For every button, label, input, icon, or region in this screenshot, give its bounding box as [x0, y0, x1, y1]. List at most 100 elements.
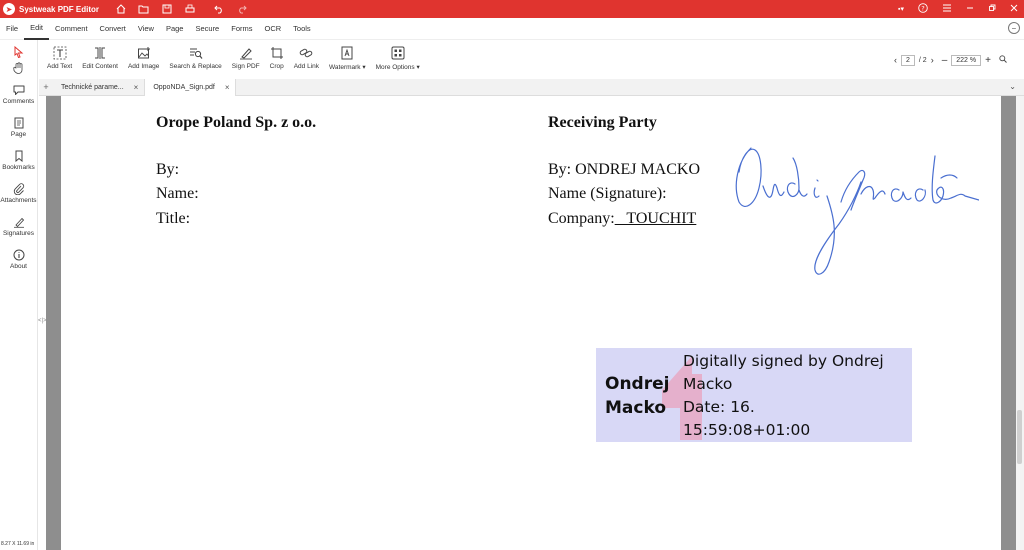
restore-icon[interactable] — [988, 4, 996, 14]
minimize-icon[interactable] — [966, 4, 974, 14]
hand-tool-icon[interactable] — [0, 58, 37, 78]
watermark-label: Watermark ▾ — [329, 64, 366, 71]
zoom-out-icon[interactable]: – — [942, 55, 948, 66]
signature-details: Digitally signed by Ondrej Macko Date: 1… — [683, 350, 884, 442]
quick-access-toolbar — [115, 4, 247, 15]
zoom-input[interactable]: 222 % — [951, 54, 982, 66]
info-icon — [13, 249, 24, 261]
crop-button[interactable]: Crop — [265, 42, 289, 70]
sidebar-item-attachments[interactable]: Attachments — [0, 183, 37, 204]
vertical-scrollbar[interactable] — [1016, 96, 1024, 550]
sidebar-label-bookmarks: Bookmarks — [2, 164, 35, 171]
left-name-label: Name: — [156, 185, 199, 202]
menu-convert[interactable]: Convert — [94, 18, 132, 40]
home-icon[interactable] — [115, 4, 126, 15]
search-icon[interactable] — [999, 55, 1007, 65]
watermark-button[interactable]: Watermark ▾ — [324, 42, 371, 71]
left-company-name: Orope Poland Sp. z o.o. — [156, 114, 317, 131]
menu-bar: File Edit Comment Convert View Page Secu… — [0, 18, 1024, 40]
comment-icon — [13, 85, 24, 95]
menu-page[interactable]: Page — [160, 18, 190, 40]
previous-page-icon[interactable]: ‹ — [894, 55, 897, 65]
help-icon[interactable]: ? — [918, 3, 928, 15]
print-icon[interactable] — [184, 4, 195, 15]
language-flag-icon[interactable]: ▪▾ — [898, 5, 904, 13]
document-tabs: + Technické parame... × OppoNDA_Sign.pdf… — [39, 78, 1024, 96]
more-options-label: More Options ▾ — [375, 64, 420, 71]
redo-icon[interactable] — [236, 4, 247, 15]
pdf-page: Orope Poland Sp. z o.o. By: Name: Title:… — [61, 96, 1001, 550]
sign-pdf-button[interactable]: Sign PDF — [227, 42, 265, 70]
signature-time-line: 15:59:08+01:00 — [683, 421, 811, 439]
add-image-icon — [137, 47, 150, 59]
tab-opponda-sign[interactable]: OppoNDA_Sign.pdf × — [145, 78, 237, 96]
add-link-button[interactable]: Add Link — [289, 42, 324, 70]
edit-content-label: Edit Content — [82, 63, 118, 70]
watermark-icon — [341, 46, 353, 60]
page-navigation: ‹ 2 / 2 › – 222 % + — [894, 52, 1007, 68]
zoom-in-icon[interactable]: + — [985, 55, 991, 66]
handwritten-signature — [735, 147, 979, 275]
edit-content-button[interactable]: Edit Content — [77, 42, 123, 70]
sign-pdf-icon — [239, 48, 252, 60]
menu-file[interactable]: File — [0, 18, 24, 40]
search-replace-button[interactable]: Search & Replace — [164, 42, 226, 70]
sign-pdf-label: Sign PDF — [231, 63, 260, 70]
window-controls: ▪▾ ? — [898, 0, 1018, 18]
attachment-icon — [13, 183, 24, 195]
close-icon[interactable] — [1010, 4, 1018, 14]
title-bar: ➤ Systweak PDF Editor ▪▾ ? — [0, 0, 1024, 18]
menu-edit[interactable]: Edit — [24, 18, 50, 40]
tab-label: OppoNDA_Sign.pdf — [153, 83, 215, 91]
tab-close-icon[interactable]: × — [134, 83, 139, 92]
sidebar-item-about[interactable]: About — [0, 249, 37, 270]
sidebar-label-about: About — [10, 263, 27, 270]
new-tab-icon[interactable]: + — [39, 82, 53, 92]
menu-view[interactable]: View — [132, 18, 160, 40]
sidebar-label-page: Page — [10, 131, 27, 138]
menu-ocr[interactable]: OCR — [258, 18, 287, 40]
company-label: Company: — [548, 210, 615, 227]
menu-secure[interactable]: Secure — [189, 18, 225, 40]
collapse-ribbon-icon[interactable]: – — [1008, 22, 1020, 34]
tab-label: Technické parame... — [61, 83, 124, 91]
tab-technicke[interactable]: Technické parame... × — [53, 78, 146, 96]
signer-last-name: Macko — [605, 398, 666, 418]
sidebar-item-page[interactable]: Page — [0, 117, 37, 138]
sidebar-label-attachments: Attachments — [0, 197, 37, 204]
sidebar-item-bookmarks[interactable]: Bookmarks — [0, 150, 37, 171]
save-icon[interactable] — [161, 4, 172, 15]
menu-forms[interactable]: Forms — [225, 18, 258, 40]
left-by-label: By: — [156, 161, 180, 178]
sidebar-label-signatures: Signatures — [2, 230, 35, 237]
signer-first-name: Ondrej — [605, 374, 670, 394]
tabs-dropdown-icon[interactable]: ⌄ — [1009, 82, 1016, 91]
app-logo-icon: ➤ — [3, 3, 15, 15]
current-page-input[interactable]: 2 — [901, 54, 915, 66]
search-replace-icon — [189, 48, 203, 59]
sidebar-item-comments[interactable]: Comments — [0, 84, 37, 105]
app-title: Systweak PDF Editor — [19, 4, 100, 14]
next-page-icon[interactable]: › — [931, 55, 934, 65]
undo-icon[interactable] — [213, 4, 224, 15]
menu-comment[interactable]: Comment — [49, 18, 94, 40]
tab-close-icon[interactable]: × — [225, 83, 230, 92]
add-text-label: Add Text — [47, 63, 73, 70]
open-folder-icon[interactable] — [138, 4, 149, 15]
total-pages: / 2 — [918, 56, 927, 64]
left-title-label: Title: — [156, 210, 191, 227]
hamburger-menu-icon[interactable] — [942, 4, 952, 14]
scrollbar-thumb[interactable] — [1017, 410, 1022, 464]
bookmark-icon — [15, 150, 22, 162]
add-text-button[interactable]: Add Text — [42, 42, 77, 70]
more-options-button[interactable]: More Options ▾ — [371, 42, 425, 71]
signature-line-2: Macko — [683, 375, 733, 393]
add-image-label: Add Image — [127, 63, 160, 70]
sidebar-item-signatures[interactable]: Signatures — [0, 216, 37, 237]
digital-signature-box[interactable]: Ondrej Macko Digitally signed by Ondrej … — [596, 348, 912, 442]
add-image-button[interactable]: Add Image — [123, 42, 164, 70]
edit-content-icon — [95, 47, 106, 59]
page-icon — [14, 117, 23, 129]
menu-tools[interactable]: Tools — [287, 18, 317, 40]
add-link-icon — [300, 48, 313, 58]
